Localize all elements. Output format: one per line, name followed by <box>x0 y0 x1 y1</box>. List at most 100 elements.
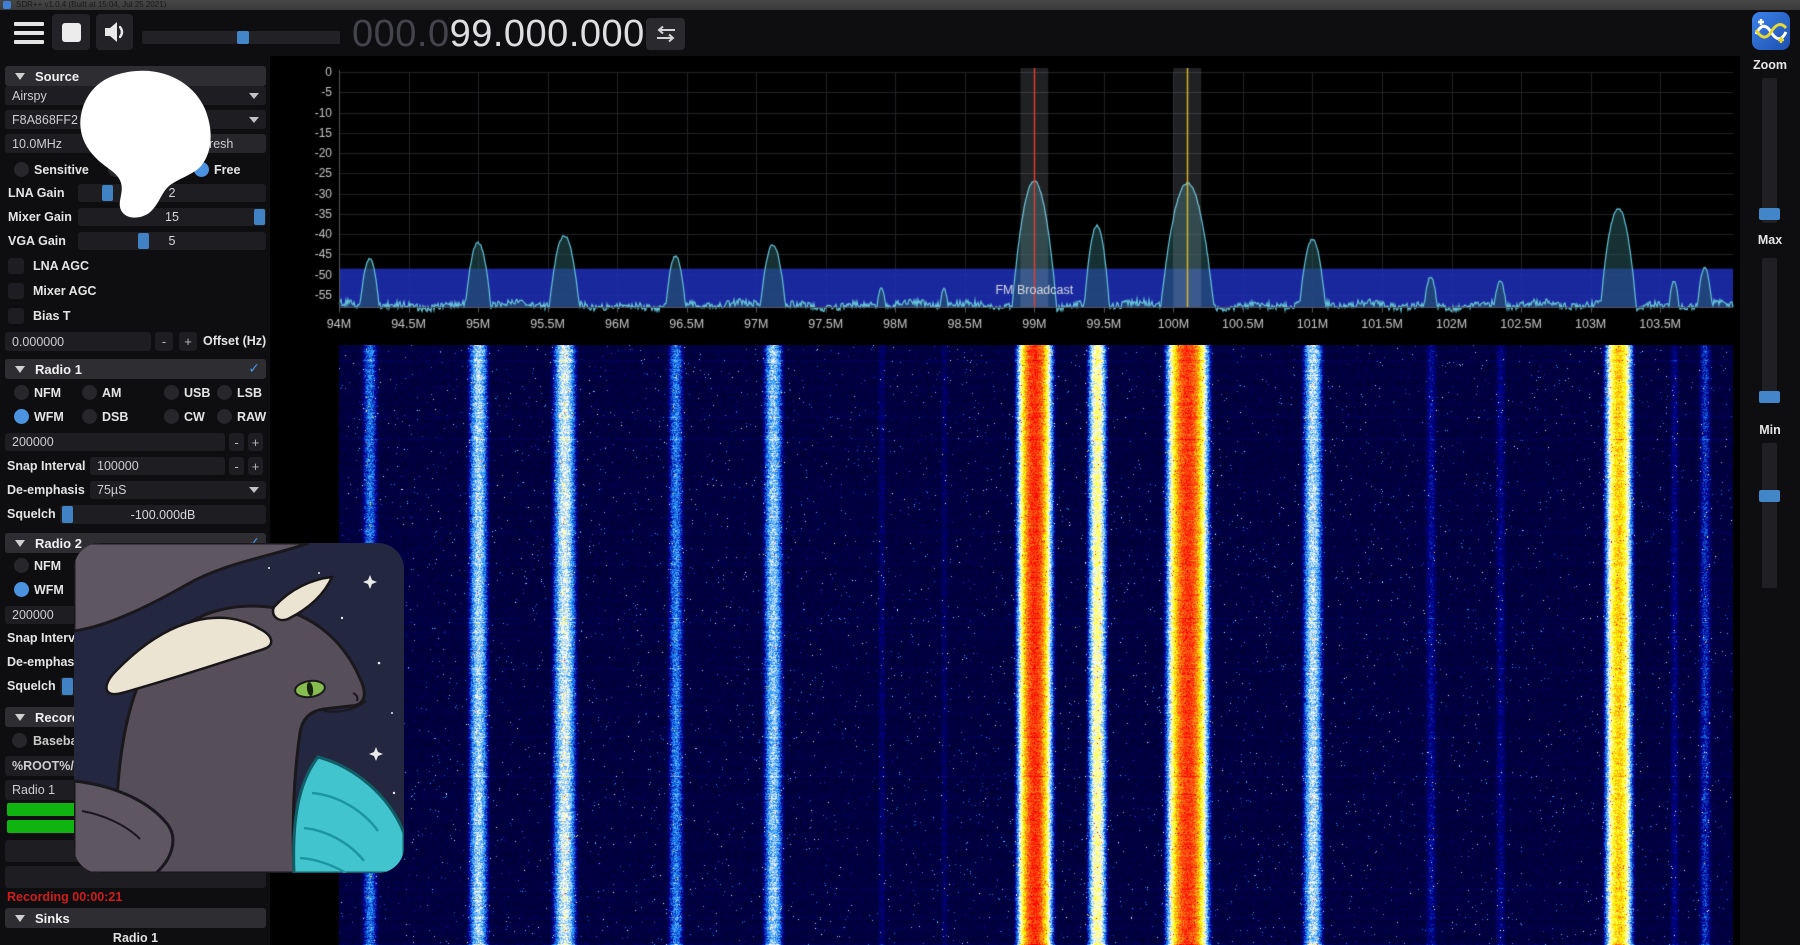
chevron-down-icon <box>249 117 259 123</box>
vga-gain-handle[interactable] <box>138 233 149 249</box>
radio2-squelch-label: Squelch <box>7 679 56 693</box>
radio1-mode-raw[interactable] <box>217 409 232 424</box>
radio1-mode-lsb-label: LSB <box>237 386 262 400</box>
recorder-mode-baseband-radio[interactable] <box>12 733 27 748</box>
max-slider[interactable] <box>1762 258 1777 403</box>
lna-gain-label: LNA Gain <box>8 186 64 200</box>
radio2-mode-nfm[interactable] <box>14 558 29 573</box>
radio1-bandwidth-value: 200000 <box>12 435 54 449</box>
radio1-snap-plus[interactable]: + <box>248 457 263 475</box>
volume-mute-button[interactable] <box>96 14 133 50</box>
waterfall-canvas[interactable] <box>339 345 1733 945</box>
radio1-snap-minus[interactable]: - <box>229 457 244 475</box>
radio1-mode-usb-label: USB <box>184 386 210 400</box>
max-slider-label: Max <box>1740 233 1800 247</box>
hamburger-icon <box>14 40 44 44</box>
plus-icon: + <box>252 459 260 474</box>
radio1-deemphasis-select[interactable]: 75µS <box>90 481 266 499</box>
dragon-avatar-overlay <box>74 543 404 873</box>
radio1-mode-raw-label: RAW <box>237 410 266 424</box>
radio1-bandwidth-plus[interactable]: + <box>248 433 263 451</box>
vga-gain-value: 5 <box>169 234 176 248</box>
radio2-mode-nfm-label: NFM <box>34 559 61 573</box>
min-slider[interactable] <box>1762 443 1777 588</box>
plus-icon: + <box>184 334 192 349</box>
sinks-panel-header[interactable]: Sinks <box>5 908 266 928</box>
radio1-mode-usb[interactable] <box>164 385 179 400</box>
zoom-slider[interactable] <box>1762 78 1777 223</box>
frequency-leading-zeros: 000.0 <box>352 13 450 55</box>
fft-spectrum-canvas[interactable] <box>270 56 1740 345</box>
offset-minus-button[interactable]: - <box>155 332 173 351</box>
mixer-agc-checkbox[interactable] <box>8 283 24 299</box>
source-panel-title: Source <box>35 69 79 84</box>
radio2-mode-wfm[interactable] <box>14 582 29 597</box>
speaker-icon <box>103 21 127 43</box>
source-serial-value: F8A868FF2 <box>12 113 78 127</box>
zoom-slider-handle[interactable] <box>1759 208 1780 220</box>
radio1-snap-value: 100000 <box>97 459 139 473</box>
bias-t-label: Bias T <box>33 309 71 323</box>
stop-button[interactable] <box>52 14 90 50</box>
radio1-snap-label: Snap Interval <box>7 459 86 473</box>
volume-slider[interactable] <box>142 31 340 44</box>
radio1-panel-title: Radio 1 <box>35 362 82 377</box>
radio1-bandwidth-minus[interactable]: - <box>229 433 244 451</box>
radio1-squelch-slider[interactable]: -100.000dB <box>60 505 266 524</box>
radio1-mode-am-label: AM <box>102 386 121 400</box>
window-title: SDR++ v1.0.4 (Built at 15:04, Jul 25 202… <box>16 0 166 10</box>
radio1-mode-cw-label: CW <box>184 410 205 424</box>
radio1-mode-lsb[interactable] <box>217 385 232 400</box>
radio1-mode-nfm[interactable] <box>14 385 29 400</box>
sinks-stream-name: Radio 1 <box>5 931 266 945</box>
min-slider-label: Min <box>1740 423 1800 437</box>
minus-icon: - <box>234 459 238 474</box>
radio2-squelch-handle[interactable] <box>62 678 73 695</box>
gain-mode-sensitive-radio[interactable] <box>14 162 29 177</box>
source-device-value: Airspy <box>12 89 47 103</box>
plus-icon: + <box>252 435 260 450</box>
radio1-deemphasis-value: 75µS <box>97 483 126 497</box>
radio1-mode-am[interactable] <box>82 385 97 400</box>
frequency-display[interactable]: 000.099.000.000 <box>352 13 645 56</box>
window-titlebar[interactable]: SDR++ v1.0.4 (Built at 15:04, Jul 25 202… <box>0 0 1800 10</box>
right-panel: Zoom Max Min <box>1740 10 1800 945</box>
minus-icon: - <box>162 334 166 349</box>
recorder-path-value: %ROOT%/r <box>12 759 79 773</box>
radio1-mode-dsb[interactable] <box>82 409 97 424</box>
radio1-squelch-label: Squelch <box>7 507 56 521</box>
vga-gain-slider[interactable]: 5 <box>78 232 266 250</box>
hamburger-icon <box>14 31 44 35</box>
radio1-mode-cw[interactable] <box>164 409 179 424</box>
collapse-triangle-icon <box>15 540 25 547</box>
lna-agc-checkbox[interactable] <box>8 258 24 274</box>
lna-agc-label: LNA AGC <box>33 259 89 273</box>
offset-label: Offset (Hz) <box>203 334 266 348</box>
radio1-bandwidth-input[interactable]: 200000 <box>5 433 225 451</box>
radio1-mode-wfm[interactable] <box>14 409 29 424</box>
menu-button[interactable] <box>14 20 44 48</box>
chevron-down-icon <box>249 487 259 493</box>
radio1-enabled-checkmark-icon[interactable]: ✓ <box>248 360 260 377</box>
radio1-snap-input[interactable]: 100000 <box>90 457 225 475</box>
volume-slider-handle[interactable] <box>237 31 249 44</box>
offset-input[interactable]: 0.000000 <box>5 332 151 351</box>
stop-icon <box>62 23 81 42</box>
max-slider-handle[interactable] <box>1759 391 1780 403</box>
radio2-bandwidth-value: 200000 <box>12 608 54 622</box>
white-blob-overlay <box>75 69 215 219</box>
radio1-squelch-value: -100.000dB <box>131 508 196 522</box>
mixer-gain-handle[interactable] <box>254 209 265 225</box>
vga-gain-label: VGA Gain <box>8 234 66 248</box>
swap-arrows-icon <box>655 25 677 43</box>
collapse-triangle-icon <box>15 714 25 721</box>
radio1-mode-dsb-label: DSB <box>102 410 128 424</box>
radio1-squelch-handle[interactable] <box>62 506 73 523</box>
offset-plus-button[interactable]: + <box>179 332 197 351</box>
gain-mode-free-label: Free <box>214 163 240 177</box>
min-slider-handle[interactable] <box>1759 490 1780 502</box>
bias-t-checkbox[interactable] <box>8 308 24 324</box>
radio1-panel-header[interactable]: Radio 1 ✓ <box>5 359 266 379</box>
toolbar: 000.099.000.000 <box>0 10 1800 58</box>
tuning-mode-button[interactable] <box>646 18 685 50</box>
